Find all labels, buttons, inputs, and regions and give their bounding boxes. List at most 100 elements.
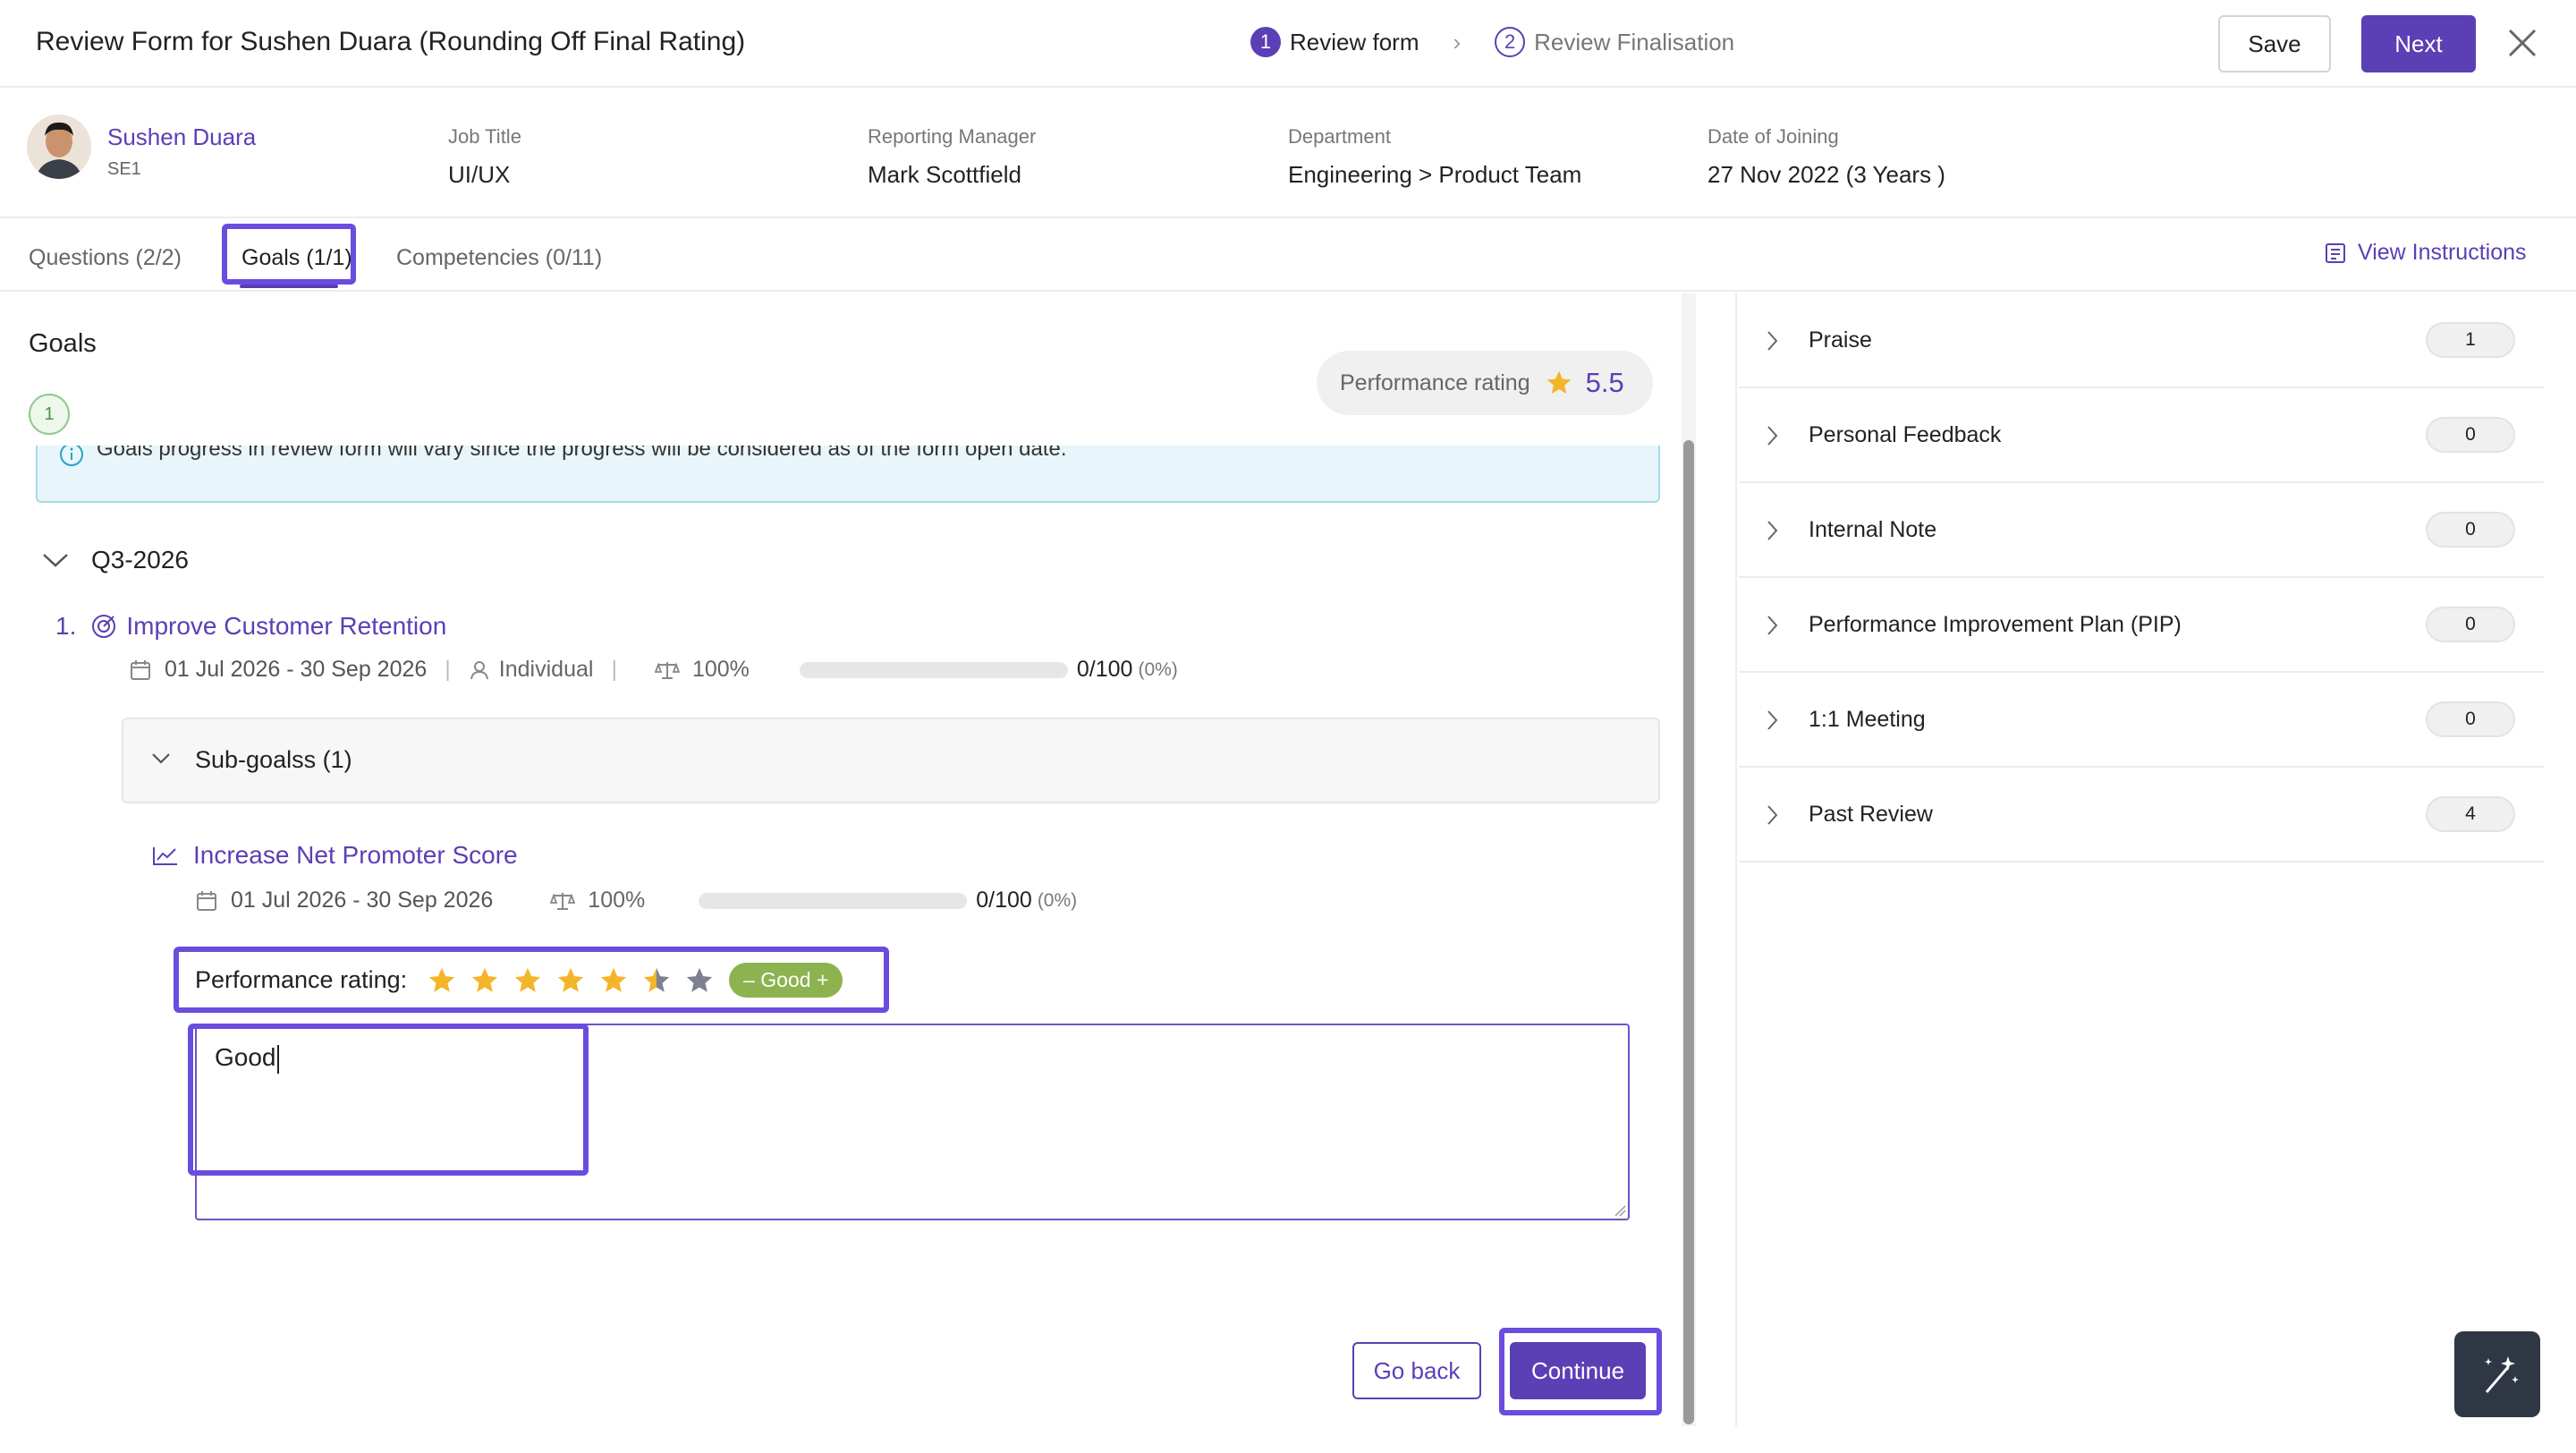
next-button[interactable]: Next [2361,15,2476,72]
panel-item-count: 0 [2426,512,2515,548]
department-label: Department [1288,125,1391,148]
panel-item-past-review[interactable]: Past Review 4 [1739,768,2544,862]
goals-section-title: Goals [29,329,97,358]
side-panel: Praise 1 Personal Feedback 0 Internal No… [1739,293,2544,862]
star-icon[interactable] [555,965,586,996]
panel-item-count: 0 [2426,607,2515,642]
resize-handle-icon[interactable] [1612,1202,1626,1217]
panel-item-count: 0 [2426,701,2515,737]
step-2-number: 2 [1495,27,1526,57]
chevron-right-icon [1767,331,1778,351]
avatar [27,115,91,179]
target-icon [92,615,116,638]
panel-item-praise[interactable]: Praise 1 [1739,293,2544,388]
view-instructions-label: View Instructions [2358,240,2527,265]
star-icon[interactable] [470,965,500,996]
goal-progress-percent: (0%) [1138,659,1178,680]
tab-questions[interactable]: Questions (2/2) [29,245,182,271]
step-review-form[interactable]: Review form [1290,29,1419,56]
close-icon[interactable] [2504,23,2540,63]
separator: | [445,657,451,682]
goal-number: 1. [55,612,77,640]
tab-goals[interactable]: Goals (1/1) [242,245,352,271]
panel-item-personal-feedback[interactable]: Personal Feedback 0 [1739,388,2544,483]
text-caret [276,1044,279,1074]
star-icon[interactable] [427,965,457,996]
panel-item-label: 1:1 Meeting [1809,706,1926,732]
subgoal-dates: 01 Jul 2026 - 30 Sep 2026 [231,888,494,913]
chevron-right-icon [1767,710,1778,730]
stepper: 1 Review form › 2 Review Finalisation [1250,27,1734,57]
star-icon[interactable] [684,965,715,996]
subgoal-progress-bar [699,892,968,909]
goal-name-link[interactable]: Improve Customer Retention [126,612,446,641]
panel-item-count: 0 [2426,417,2515,453]
rating-label: Performance rating: [195,966,408,993]
comment-text: Good [215,1043,276,1071]
magic-wand-button[interactable] [2454,1331,2540,1417]
save-button[interactable]: Save [2218,15,2331,72]
tab-bar: Questions (2/2) Goals (1/1) Competencies… [0,220,2576,292]
go-back-button[interactable]: Go back [1352,1342,1481,1399]
department-value: Engineering > Product Team [1288,161,1582,188]
star-icon[interactable] [598,965,629,996]
document-icon [2326,242,2345,263]
chevron-right-icon [1767,616,1778,635]
separator: | [611,657,617,682]
star-icon[interactable] [513,965,543,996]
star-icon[interactable] [641,965,672,996]
chevron-right-icon [1767,521,1778,540]
date-of-joining-label: Date of Joining [1707,125,1839,148]
chevron-down-icon[interactable] [41,551,70,569]
employee-name[interactable]: Sushen Duara [107,123,256,151]
employee-info: Sushen Duara SE1 Job Title UI/UX Reporti… [0,89,2576,218]
quarter-label: Q3-2026 [91,546,189,574]
rating-badge: – Good + [729,963,843,998]
date-of-joining-value: 27 Nov 2022 (3 Years ) [1707,161,1945,188]
info-banner-text: Goals progress in review form will vary … [97,446,1067,461]
magic-wand-icon [2485,1356,2519,1393]
perf-rating-label: Performance rating [1340,370,1530,395]
subgoals-accordion[interactable]: Sub-goalss (1) [122,718,1660,803]
subgoal-name-link[interactable]: Increase Net Promoter Score [193,841,518,870]
continue-button[interactable]: Continue [1510,1342,1646,1399]
weight-scale-icon [550,892,576,910]
department-field: Department Engineering > Product Team [1288,125,1581,189]
goal-progress-value: 0/100 [1076,657,1133,682]
subgoals-label: Sub-goalss (1) [195,746,352,773]
view-instructions-link[interactable]: View Instructions [2324,240,2527,266]
panel-item-label: Praise [1809,327,1872,353]
goals-pane: Goals progress in review form will vary … [0,293,1682,1430]
scrollbar-thumb[interactable] [1683,440,1694,1424]
active-tab-indicator [240,285,338,288]
goal-count-badge: 1 [29,394,70,435]
chevron-right-icon [1767,426,1778,446]
calendar-icon [131,659,150,680]
subgoal-progress-value: 0/100 [976,888,1032,913]
goal-dates: 01 Jul 2026 - 30 Sep 2026 [165,657,428,682]
panel-item-label: Internal Note [1809,516,1937,542]
scrollbar[interactable] [1682,293,1696,1426]
panel-item-label: Personal Feedback [1809,421,2002,447]
goal-item: 1. Improve Customer Retention [55,612,446,641]
subgoal-meta: 01 Jul 2026 - 30 Sep 2026 100% 0/100 (0%… [195,888,1077,913]
goal-owner: Individual [498,657,594,682]
tab-competencies[interactable]: Competencies (0/11) [396,245,602,271]
panel-item-internal-note[interactable]: Internal Note 0 [1739,483,2544,578]
panel-item-pip[interactable]: Performance Improvement Plan (PIP) 0 [1739,578,2544,673]
star-icon [1546,370,1571,394]
subgoal-weight: 100% [588,888,646,913]
subgoal-progress-percent: (0%) [1037,889,1078,911]
weight-scale-icon [654,661,680,679]
chevron-right-icon: › [1453,28,1462,55]
calendar-icon [197,890,216,911]
step-1-number: 1 [1250,27,1281,57]
panel-item-count: 4 [2426,796,2515,832]
panel-item-one-on-one[interactable]: 1:1 Meeting 0 [1739,673,2544,768]
chevron-down-icon[interactable] [150,752,172,766]
step-review-finalisation[interactable]: Review Finalisation [1534,29,1734,56]
star-rating[interactable] [427,965,715,996]
job-title-label: Job Title [448,125,521,148]
quarter-header[interactable]: Q3-2026 [41,546,189,574]
comment-textarea[interactable]: Good [195,1024,1630,1220]
